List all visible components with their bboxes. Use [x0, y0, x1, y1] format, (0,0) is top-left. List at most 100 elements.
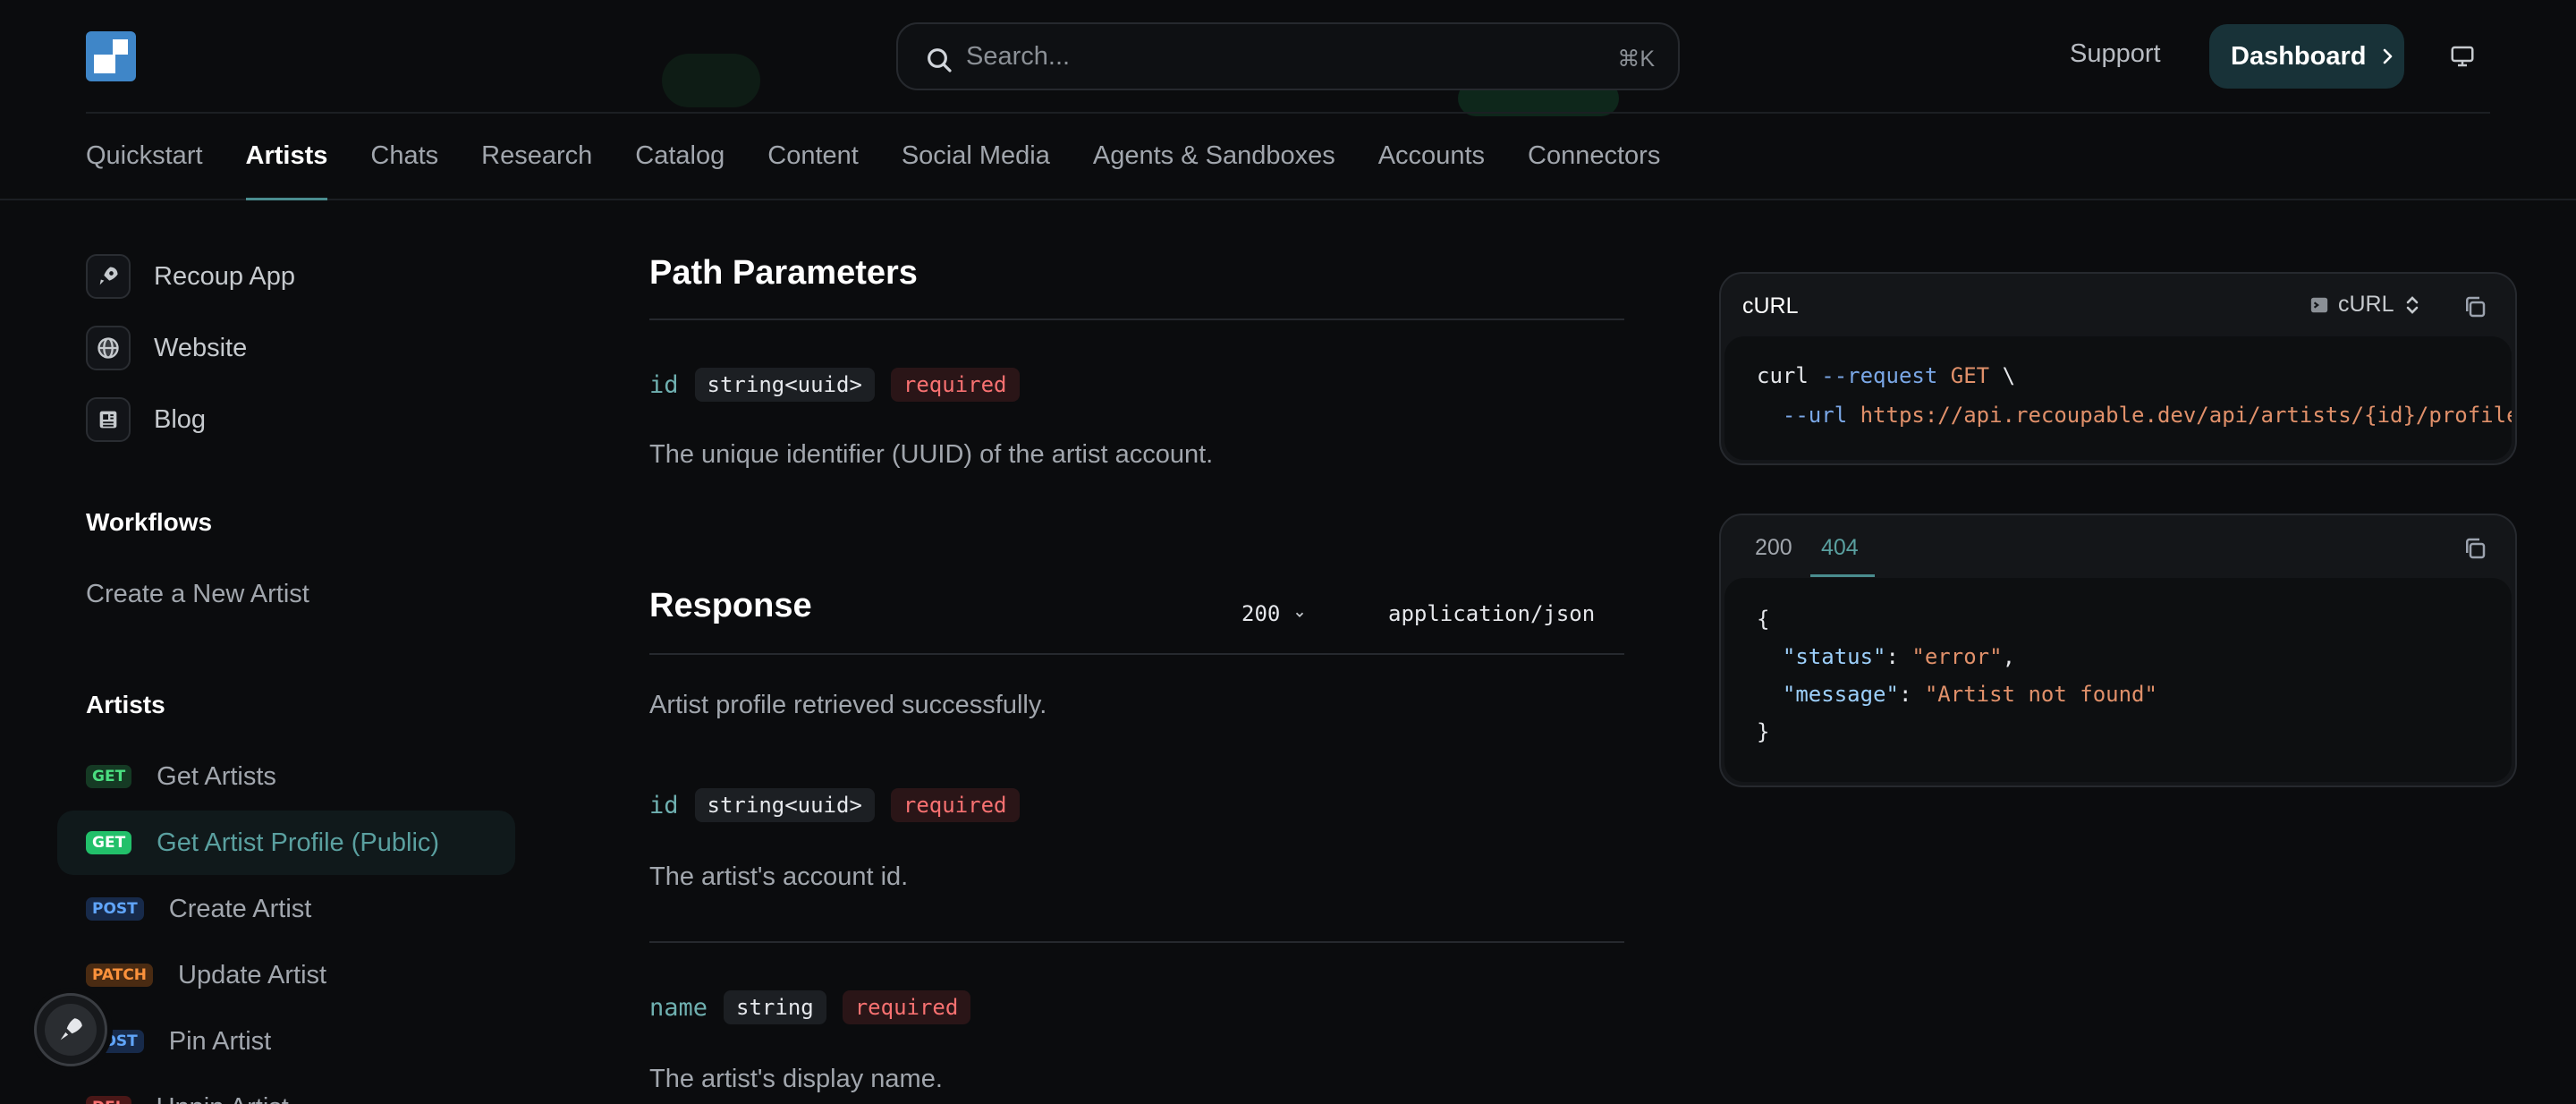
- sidebar-item-get-artist-profile[interactable]: GET Get Artist Profile (Public): [57, 811, 515, 875]
- field-description: The artist's account id.: [649, 862, 909, 891]
- sidebar-link-website[interactable]: Website: [86, 326, 247, 370]
- tab-research[interactable]: Research: [481, 141, 592, 200]
- response-code-block: { "status": "error", "message": "Artist …: [1724, 578, 2512, 782]
- panel-header: cURL cURL: [1721, 274, 2515, 336]
- language-label: cURL: [2338, 292, 2394, 317]
- field-type: string: [724, 990, 826, 1024]
- request-code-block: curl --request GET \ --url https://api.r…: [1724, 336, 2512, 460]
- sidebar-item-label: Get Artist Profile (Public): [157, 828, 440, 857]
- response-example-panel: 200 404 { "status": "error", "message": …: [1719, 514, 2517, 787]
- sidebar: Recoup App Website Blog Workflows Create…: [0, 202, 555, 1104]
- response-description: Artist profile retrieved successfully.: [649, 691, 1047, 719]
- field-required-badge: required: [890, 788, 1020, 822]
- recoup-logo[interactable]: [86, 31, 136, 81]
- response-tab-404[interactable]: 404: [1821, 535, 1859, 561]
- code-line: {: [1757, 607, 1769, 632]
- sidebar-item-create-new-artist[interactable]: Create a New Artist: [86, 580, 309, 609]
- tab-chats[interactable]: Chats: [370, 141, 438, 200]
- copy-icon[interactable]: [2462, 293, 2488, 320]
- sidebar-section-artists: Artists: [86, 691, 165, 718]
- sidebar-item-label: Create Artist: [168, 894, 312, 923]
- divider: [649, 318, 1624, 320]
- tab-artists[interactable]: Artists: [245, 141, 327, 200]
- code-brace: }: [1757, 719, 1770, 744]
- code-method: GET: [1950, 363, 1990, 388]
- response-tab-200[interactable]: 200: [1755, 535, 1792, 561]
- param-description: The unique identifier (UUID) of the arti…: [649, 440, 1214, 469]
- panel-header: 200 404: [1721, 515, 2515, 578]
- assistant-icon: [60, 1018, 82, 1040]
- code-line: curl --request GET \: [1757, 363, 2015, 388]
- field-description: The artist's display name.: [649, 1065, 943, 1093]
- code-continuation: \: [2002, 363, 2016, 388]
- response-field-id: id string<uuid> required: [649, 787, 1020, 823]
- sidebar-item-pin-artist[interactable]: POST Pin Artist: [57, 1009, 515, 1074]
- copy-icon[interactable]: [2462, 535, 2488, 562]
- sidebar-item-update-artist[interactable]: PATCH Update Artist: [57, 943, 515, 1007]
- monitor-icon[interactable]: [2449, 43, 2476, 70]
- sidebar-link-label: Website: [154, 333, 248, 362]
- response-field-name: name string required: [649, 989, 971, 1025]
- dashboard-label: Dashboard: [2231, 41, 2367, 71]
- request-example-panel: cURL cURL curl --request GET \ --url htt…: [1719, 272, 2517, 465]
- search-shortcut: ⌘K: [1617, 47, 1655, 72]
- param-type: string<uuid>: [694, 368, 875, 402]
- dashboard-button[interactable]: Dashboard: [2209, 24, 2404, 89]
- newspaper-icon: [86, 397, 131, 442]
- code-line: }: [1757, 719, 1769, 744]
- sidebar-link-label: Recoup App: [154, 261, 296, 291]
- response-status-value: 200: [1241, 601, 1281, 626]
- sidebar-link-blog[interactable]: Blog: [86, 397, 206, 442]
- field-required-badge: required: [842, 990, 971, 1024]
- code-line: --url https://api.recoupable.dev/api/art…: [1757, 403, 2512, 428]
- code-url: https://api.recoupable.dev/api/artists/{…: [1860, 403, 2512, 428]
- json-value: "error": [1911, 644, 2003, 669]
- code-line: "message": "Artist not found": [1782, 682, 2157, 707]
- response-heading: Response: [649, 587, 812, 624]
- chevron-down-icon: [1295, 612, 1303, 617]
- method-badge: POST: [86, 897, 144, 921]
- search-input[interactable]: Search... ⌘K: [896, 22, 1680, 90]
- code-flag: --url: [1782, 403, 1848, 428]
- response-content-type[interactable]: application/json: [1388, 601, 1595, 626]
- assistant-button[interactable]: [34, 993, 107, 1066]
- chevron-right-icon: [2384, 48, 2393, 64]
- top-nav-tabs: Quickstart Artists Chats Research Catalo…: [86, 141, 1703, 200]
- search-icon: [928, 48, 952, 72]
- tab-catalog[interactable]: Catalog: [635, 141, 724, 200]
- chevrons-up-down-icon: [2406, 295, 2418, 314]
- field-type: string<uuid>: [694, 788, 875, 822]
- tab-accounts[interactable]: Accounts: [1378, 141, 1485, 200]
- sidebar-section-workflows: Workflows: [86, 508, 213, 536]
- field-name: name: [649, 993, 708, 1022]
- terminal-icon: [2310, 297, 2328, 312]
- code-brace: {: [1757, 607, 1770, 632]
- top-header: Search... ⌘K Support Dashboard Quickstar…: [0, 0, 2576, 200]
- tab-content[interactable]: Content: [767, 141, 859, 200]
- tab-connectors[interactable]: Connectors: [1528, 141, 1660, 200]
- sidebar-item-label: Pin Artist: [168, 1026, 272, 1056]
- tab-social-media[interactable]: Social Media: [902, 141, 1050, 200]
- sidebar-item-get-artists[interactable]: GET Get Artists: [57, 744, 515, 809]
- support-link[interactable]: Support: [2070, 39, 2161, 69]
- json-key: "status": [1782, 644, 1886, 669]
- method-badge: PATCH: [86, 964, 154, 987]
- divider: [649, 653, 1624, 655]
- sidebar-link-recoup-app[interactable]: Recoup App: [86, 254, 295, 299]
- sidebar-item-create-artist[interactable]: POST Create Artist: [57, 877, 515, 941]
- code-command: curl: [1757, 363, 1809, 388]
- language-selector[interactable]: cURL: [2309, 292, 2421, 318]
- panel-title: cURL: [1742, 293, 1799, 318]
- json-key: "message": [1782, 682, 1899, 707]
- main-content: Path Parameters id string<uuid> required…: [649, 202, 1624, 1104]
- code-line: "status": "error",: [1782, 644, 2016, 669]
- search-placeholder: Search...: [966, 42, 1071, 71]
- active-tab-indicator: [1810, 574, 1875, 577]
- response-status-select[interactable]: 200: [1241, 601, 1306, 626]
- sidebar-item-label: Unpin Artist: [157, 1093, 289, 1104]
- sidebar-item-label: Get Artists: [157, 761, 276, 791]
- divider: [649, 941, 1624, 943]
- tab-agents-sandboxes[interactable]: Agents & Sandboxes: [1093, 141, 1335, 200]
- sidebar-item-unpin-artist[interactable]: DEL Unpin Artist: [57, 1075, 515, 1104]
- tab-quickstart[interactable]: Quickstart: [86, 141, 203, 200]
